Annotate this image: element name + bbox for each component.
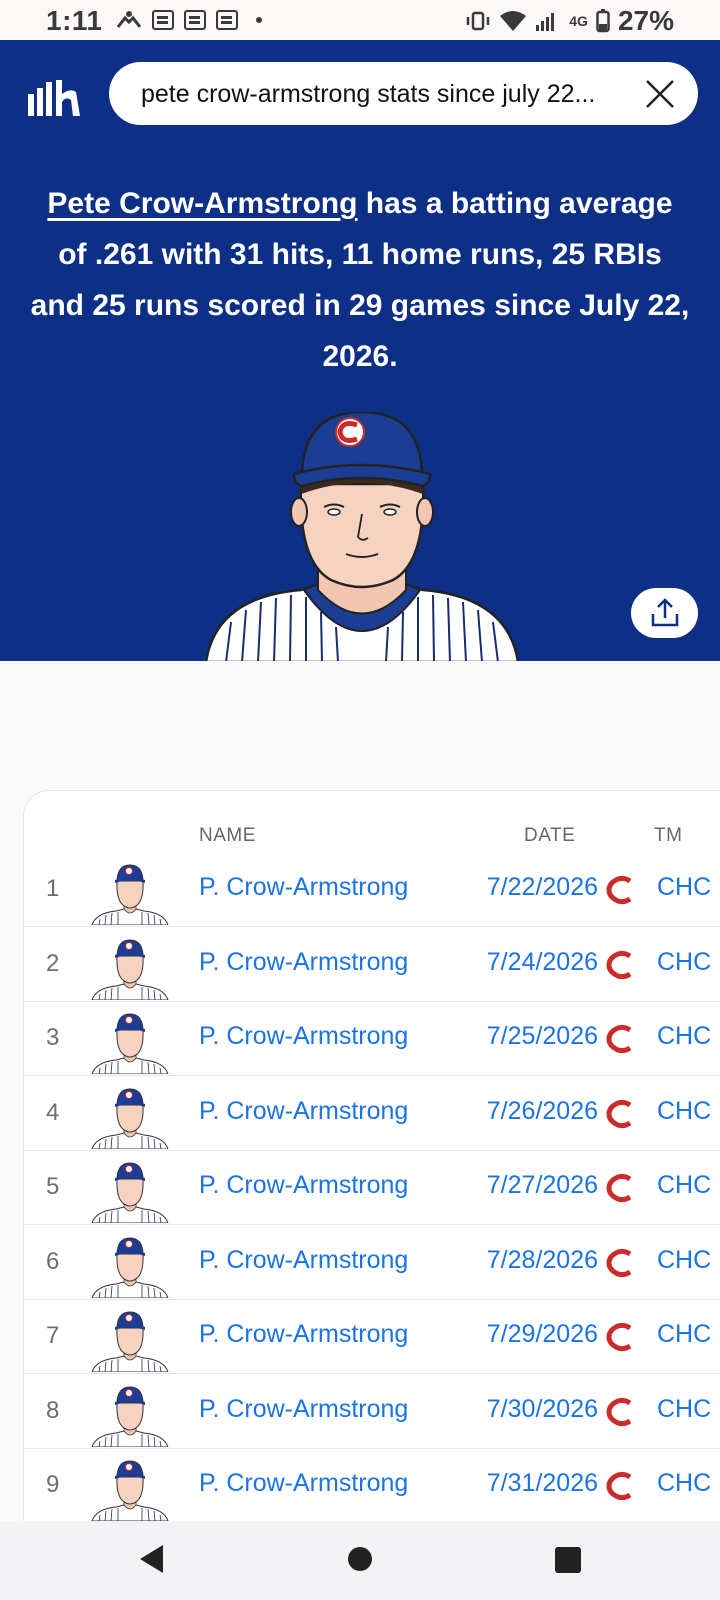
player-avatar — [91, 1311, 169, 1372]
table-header: NAME DATE TM — [24, 791, 720, 851]
navigation-bar — [0, 1521, 720, 1600]
table-row[interactable]: 2 P. Crow-Armstrong 7/24/2026 CHC — [24, 926, 720, 1002]
team-link[interactable]: CHC — [657, 1469, 711, 1498]
vibrate-icon — [467, 11, 490, 31]
accessibility-icon — [116, 11, 142, 28]
table-row[interactable]: 5 P. Crow-Armstrong 7/27/2026 CHC — [24, 1149, 720, 1225]
player-name-link[interactable]: P. Crow-Armstrong — [199, 1097, 408, 1126]
column-header-name[interactable]: NAME — [199, 825, 256, 847]
share-icon — [651, 598, 678, 627]
column-header-date[interactable]: DATE — [524, 825, 575, 847]
player-name-link[interactable]: P. Crow-Armstrong — [199, 1022, 408, 1051]
answer-summary: Pete Crow-Armstrong has a batting averag… — [30, 178, 690, 382]
cubs-logo-icon — [606, 1248, 632, 1277]
table-row[interactable]: 4 P. Crow-Armstrong 7/26/2026 CHC — [24, 1075, 720, 1151]
player-name-link[interactable]: P. Crow-Armstrong — [199, 948, 408, 977]
player-name-link[interactable]: P. Crow-Armstrong — [199, 1246, 408, 1275]
cubs-logo-icon — [606, 1397, 632, 1426]
team-link[interactable]: CHC — [657, 1246, 711, 1275]
cubs-logo-icon — [606, 875, 632, 905]
search-input[interactable]: pete crow-armstrong stats since july 22.… — [109, 62, 698, 125]
row-number: 6 — [46, 1247, 60, 1275]
team-link[interactable]: CHC — [657, 1395, 711, 1424]
team-link[interactable]: CHC — [657, 873, 711, 902]
player-name-link[interactable]: P. Crow-Armstrong — [199, 873, 408, 902]
game-date-link[interactable]: 7/26/2026 — [487, 1097, 598, 1126]
cubs-logo-icon — [606, 950, 632, 979]
statmuse-logo-icon[interactable] — [26, 80, 82, 116]
table-row[interactable]: 3 P. Crow-Armstrong 7/25/2026 CHC — [24, 1000, 720, 1076]
player-avatar — [91, 1385, 169, 1447]
table-row[interactable]: 1 P. Crow-Armstrong 7/22/2026 CHC — [24, 851, 720, 927]
player-avatar — [91, 1013, 169, 1074]
game-date-link[interactable]: 7/27/2026 — [487, 1171, 598, 1200]
more-notifications-icon — [256, 17, 262, 23]
game-date-link[interactable]: 7/29/2026 — [487, 1320, 598, 1349]
cubs-logo-icon — [606, 1173, 632, 1203]
game-date-link[interactable]: 7/28/2026 — [487, 1246, 598, 1275]
player-headshot — [206, 412, 518, 661]
back-icon[interactable] — [137, 1543, 167, 1575]
table-row[interactable]: 7 P. Crow-Armstrong 7/29/2026 CHC — [24, 1298, 720, 1374]
team-link[interactable]: CHC — [657, 1022, 711, 1051]
news-icon — [216, 10, 238, 30]
cubs-logo-icon — [606, 1471, 632, 1501]
row-number: 2 — [46, 949, 60, 977]
answer-header: pete crow-armstrong stats since july 22.… — [0, 40, 720, 661]
system-icons: 4G 27% — [465, 5, 674, 37]
signal-icon — [536, 13, 555, 31]
close-icon[interactable] — [644, 78, 676, 110]
notification-icons — [116, 9, 262, 31]
player-name-link[interactable]: P. Crow-Armstrong — [199, 1320, 408, 1349]
team-link[interactable]: CHC — [657, 1171, 711, 1200]
cubs-logo-icon — [606, 1024, 632, 1054]
game-date-link[interactable]: 7/24/2026 — [487, 948, 598, 977]
recent-apps-icon[interactable] — [555, 1547, 581, 1573]
column-header-team[interactable]: TM — [654, 825, 682, 847]
row-number: 3 — [46, 1024, 60, 1051]
player-name-link[interactable]: P. Crow-Armstrong — [199, 1469, 408, 1498]
share-button[interactable] — [631, 588, 698, 638]
player-link[interactable]: Pete Crow-Armstrong — [47, 187, 357, 220]
row-number: 1 — [46, 875, 60, 902]
table-row[interactable]: 9 P. Crow-Armstrong 7/31/2026 CHC — [24, 1447, 720, 1523]
game-date-link[interactable]: 7/30/2026 — [487, 1395, 598, 1424]
team-link[interactable]: CHC — [657, 1097, 711, 1126]
player-avatar — [91, 938, 169, 1000]
team-link[interactable]: CHC — [657, 948, 711, 977]
battery-icon — [596, 9, 610, 33]
row-number: 5 — [46, 1173, 60, 1200]
game-log-table: NAME DATE TM 1 P. Crow-Armstrong 7/22/20… — [23, 790, 720, 1590]
table-row[interactable]: 8 P. Crow-Armstrong 7/30/2026 CHC — [24, 1373, 720, 1449]
status-time: 1:11 — [46, 5, 103, 36]
cubs-logo-icon — [606, 1099, 632, 1128]
player-avatar — [91, 1162, 169, 1223]
player-avatar — [91, 864, 169, 925]
player-avatar — [91, 1087, 169, 1149]
status-bar: 1:11 4G 27% — [0, 0, 720, 40]
cubs-logo-icon — [606, 1322, 632, 1352]
news-icon — [184, 10, 206, 30]
game-date-link[interactable]: 7/22/2026 — [487, 873, 598, 902]
game-date-link[interactable]: 7/31/2026 — [487, 1469, 598, 1498]
team-link[interactable]: CHC — [657, 1320, 711, 1349]
game-date-link[interactable]: 7/25/2026 — [487, 1022, 598, 1051]
news-icon — [152, 10, 174, 30]
battery-level: 27% — [617, 5, 674, 36]
row-number: 7 — [46, 1322, 60, 1349]
table-row[interactable]: 6 P. Crow-Armstrong 7/28/2026 CHC — [24, 1224, 720, 1300]
wifi-icon — [500, 11, 527, 31]
player-name-link[interactable]: P. Crow-Armstrong — [199, 1395, 408, 1424]
player-avatar — [91, 1236, 169, 1298]
home-icon[interactable] — [348, 1547, 372, 1571]
row-number: 4 — [46, 1098, 60, 1126]
search-query[interactable]: pete crow-armstrong stats since july 22.… — [141, 80, 631, 109]
player-avatar — [91, 1460, 169, 1521]
network-type: 4G — [569, 13, 588, 29]
row-number: 9 — [46, 1471, 60, 1498]
player-name-link[interactable]: P. Crow-Armstrong — [199, 1171, 408, 1200]
row-number: 8 — [46, 1396, 60, 1424]
